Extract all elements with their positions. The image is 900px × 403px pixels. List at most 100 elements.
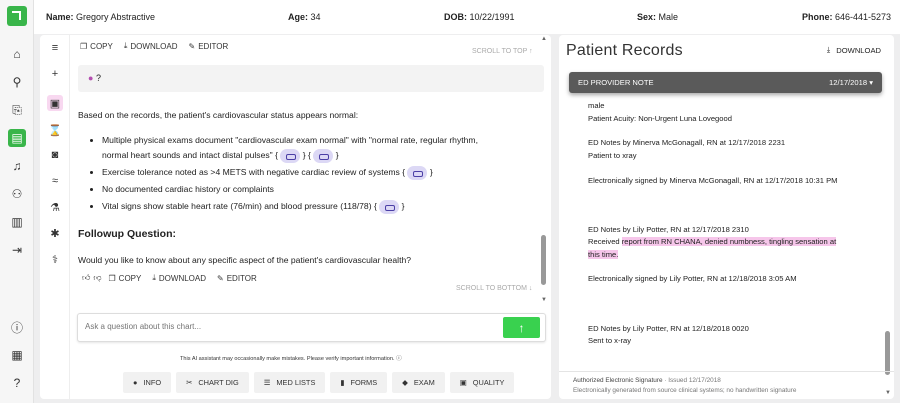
note-line: male — [588, 101, 605, 110]
signature-title: Authorized Electronic Signature — [573, 377, 663, 384]
search-icon[interactable]: ⚲ — [8, 73, 26, 91]
patient-dob: DOB: 10/22/1991 — [444, 12, 515, 22]
note-line: ED Notes by Lily Potter, RN at 12/17/201… — [588, 225, 749, 234]
lab-icon[interactable]: ⚗ — [47, 199, 63, 215]
graduation-cap-icon: ◆ — [402, 378, 408, 387]
download-icon[interactable]: ⤓ — [152, 273, 156, 283]
selected-note-date: 12/17/2018 — [829, 78, 868, 87]
answer-intro: Based on the records, the patient's card… — [78, 110, 359, 120]
info-circle-icon[interactable]: ⓘ — [396, 356, 402, 362]
expand-icon[interactable]: ≡ — [47, 40, 63, 56]
edit-icon[interactable]: ✎ — [189, 42, 196, 51]
med-lists-button[interactable]: ☰ MED LISTS — [253, 372, 326, 393]
editor-button[interactable]: EDITOR — [227, 274, 257, 283]
scroll-down-arrow-icon[interactable]: ▼ — [541, 297, 547, 303]
citation-link-icon[interactable] — [407, 165, 428, 180]
answer-bullet: Multiple physical exams document "cardio… — [102, 133, 538, 163]
edit-icon[interactable]: ✎ — [217, 274, 224, 283]
note-line: Electronically signed by Lily Potter, RN… — [588, 274, 797, 283]
citation-link-icon[interactable] — [280, 148, 301, 163]
note-line: Patient Acuity: Non-Urgent Luna Lovegood — [588, 114, 732, 123]
home-icon[interactable]: ⌂ — [8, 45, 26, 63]
chart-bar-icon[interactable]: ▥ — [8, 213, 26, 231]
chat-panel: ≡ + ▣ ⌛ ◙ ≈ ⚗ ✱ ⚕ ❐ COPY ⤓ DOWNLOAD ✎ EDITO… — [40, 35, 551, 399]
note-line: ED Notes by Minerva McGonagall, RN at 12… — [588, 138, 786, 147]
quality-button[interactable]: ▣ QUALITY — [449, 372, 515, 393]
list-icon: ☰ — [263, 378, 271, 387]
records-tool-icon[interactable]: ▣ — [47, 95, 63, 111]
copy-icon[interactable]: ❐ — [109, 274, 116, 283]
note-line: Sent to x-ray — [588, 336, 632, 345]
chat-input-box[interactable]: ↑ — [77, 313, 546, 342]
copy-button[interactable]: COPY — [90, 42, 113, 51]
question-text: ? — [95, 73, 101, 83]
info-icon: ● — [133, 378, 138, 387]
patient-name: Name: Gregory Abstractive — [46, 12, 156, 22]
note-line: ED Notes by Lily Potter, RN at 12/18/201… — [588, 324, 749, 333]
help-icon[interactable]: ? — [8, 374, 26, 392]
answer-bullet: Exercise tolerance noted as >4 METS with… — [102, 165, 538, 180]
scroll-up-arrow-icon[interactable]: ▲ — [541, 36, 547, 42]
chart-dig-button[interactable]: ✂ CHART DIG — [176, 372, 249, 393]
signature-issued: · Issued 12/17/2018 — [664, 377, 721, 384]
info-icon[interactable]: ⓘ — [8, 318, 26, 336]
scroll-to-top-link[interactable]: SCROLL TO TOP ↑ — [472, 48, 533, 55]
arrow-up-icon: ↑ — [518, 320, 525, 335]
quick-actions: ● INFO ✂ CHART DIG ☰ MED LISTS ▮ FORMS ◆ EXAM… — [123, 372, 515, 393]
stethoscope-icon[interactable]: ⚕ — [47, 251, 63, 267]
patient-header: Name: Gregory Abstractive Age: 34 DOB: 1… — [34, 0, 900, 34]
disclaimer: This AI assistant may occasionally make … — [180, 356, 402, 362]
tools-icon: ✂ — [186, 378, 193, 387]
citation-link-icon[interactable] — [313, 148, 334, 163]
followup-question: Would you like to know about any specifi… — [78, 255, 412, 265]
records-panel: Patient Records ⤓ DOWNLOAD male Patient A… — [559, 35, 894, 399]
patient-sex: Sex: Male — [637, 12, 679, 22]
logout-icon[interactable]: ⇥ — [8, 241, 26, 259]
editor-button[interactable]: EDITOR — [198, 42, 228, 51]
copy-icon[interactable]: ❐ — [80, 42, 87, 51]
copy-button[interactable]: COPY — [119, 274, 142, 283]
forms-button[interactable]: ▮ FORMS — [330, 372, 388, 393]
info-button[interactable]: ● INFO — [123, 372, 172, 393]
user-icon[interactable]: ⚇ — [8, 185, 26, 203]
document-icon: ▮ — [340, 378, 345, 387]
signature-note: Electronically generated from source cli… — [573, 387, 797, 394]
note-line-highlighted: Received report from RN CHANA, denied nu… — [588, 237, 837, 246]
calendar-icon[interactable]: ▦ — [8, 346, 26, 364]
download-icon[interactable]: ⤓ — [124, 41, 128, 51]
answer-bullet: Vital signs show stable heart rate (76/m… — [102, 199, 538, 214]
chat-tools: ≡ + ▣ ⌛ ◙ ≈ ⚗ ✱ ⚕ — [40, 35, 70, 399]
chat-scrollbar[interactable] — [541, 235, 546, 285]
note-type-select[interactable]: ED PROVIDER NOTE 12/17/2018 ▾ — [569, 72, 882, 93]
side-nav: ⌂ ⚲ ⎘ ▤ ♫ ⚇ ▥ ⇥ ⓘ ▦ ? — [0, 0, 34, 403]
add-document-icon[interactable]: ⎘ — [8, 101, 26, 119]
star-icon[interactable]: ✱ — [47, 225, 63, 241]
quality-icon: ▣ — [459, 378, 467, 387]
patient-phone: Phone: 646-441-5273 — [802, 12, 892, 22]
scroll-to-bottom-link[interactable]: SCROLL TO BOTTOM ↓ — [456, 285, 532, 292]
exam-button[interactable]: ◆ EXAM — [392, 372, 445, 393]
hourglass-icon[interactable]: ⌛ — [47, 122, 63, 138]
note-line: Electronically signed by Minerva McGonag… — [588, 176, 838, 185]
trend-icon[interactable]: ≈ — [47, 173, 63, 189]
chat-input[interactable] — [85, 322, 485, 331]
citation-link-icon[interactable] — [379, 199, 400, 214]
notes-icon[interactable]: ▤ — [8, 129, 26, 147]
download-icon: ⤓ — [826, 45, 831, 54]
thumbs-up-icon[interactable]: 👍︎ — [82, 273, 90, 283]
download-button[interactable]: DOWNLOAD — [130, 42, 177, 51]
bell-icon[interactable]: ♫ — [8, 157, 26, 175]
thumbs-down-icon[interactable]: 👎︎ — [93, 273, 101, 283]
patient-age: Age: 34 — [288, 12, 321, 22]
signature-footer: Authorized Electronic Signature · Issued… — [559, 371, 894, 399]
plus-icon[interactable]: + — [47, 66, 63, 82]
records-download-button[interactable]: ⤓ DOWNLOAD — [827, 45, 881, 55]
answer-bullet: No documented cardiac history or complai… — [102, 182, 538, 197]
records-scrollbar[interactable] — [885, 331, 890, 375]
app-logo-icon[interactable] — [7, 6, 27, 26]
send-button[interactable]: ↑ — [503, 317, 540, 338]
brain-icon: ● — [88, 73, 94, 83]
caret-down-icon: ▾ — [869, 78, 873, 87]
camera-icon[interactable]: ◙ — [47, 147, 63, 163]
download-button[interactable]: DOWNLOAD — [159, 274, 206, 283]
